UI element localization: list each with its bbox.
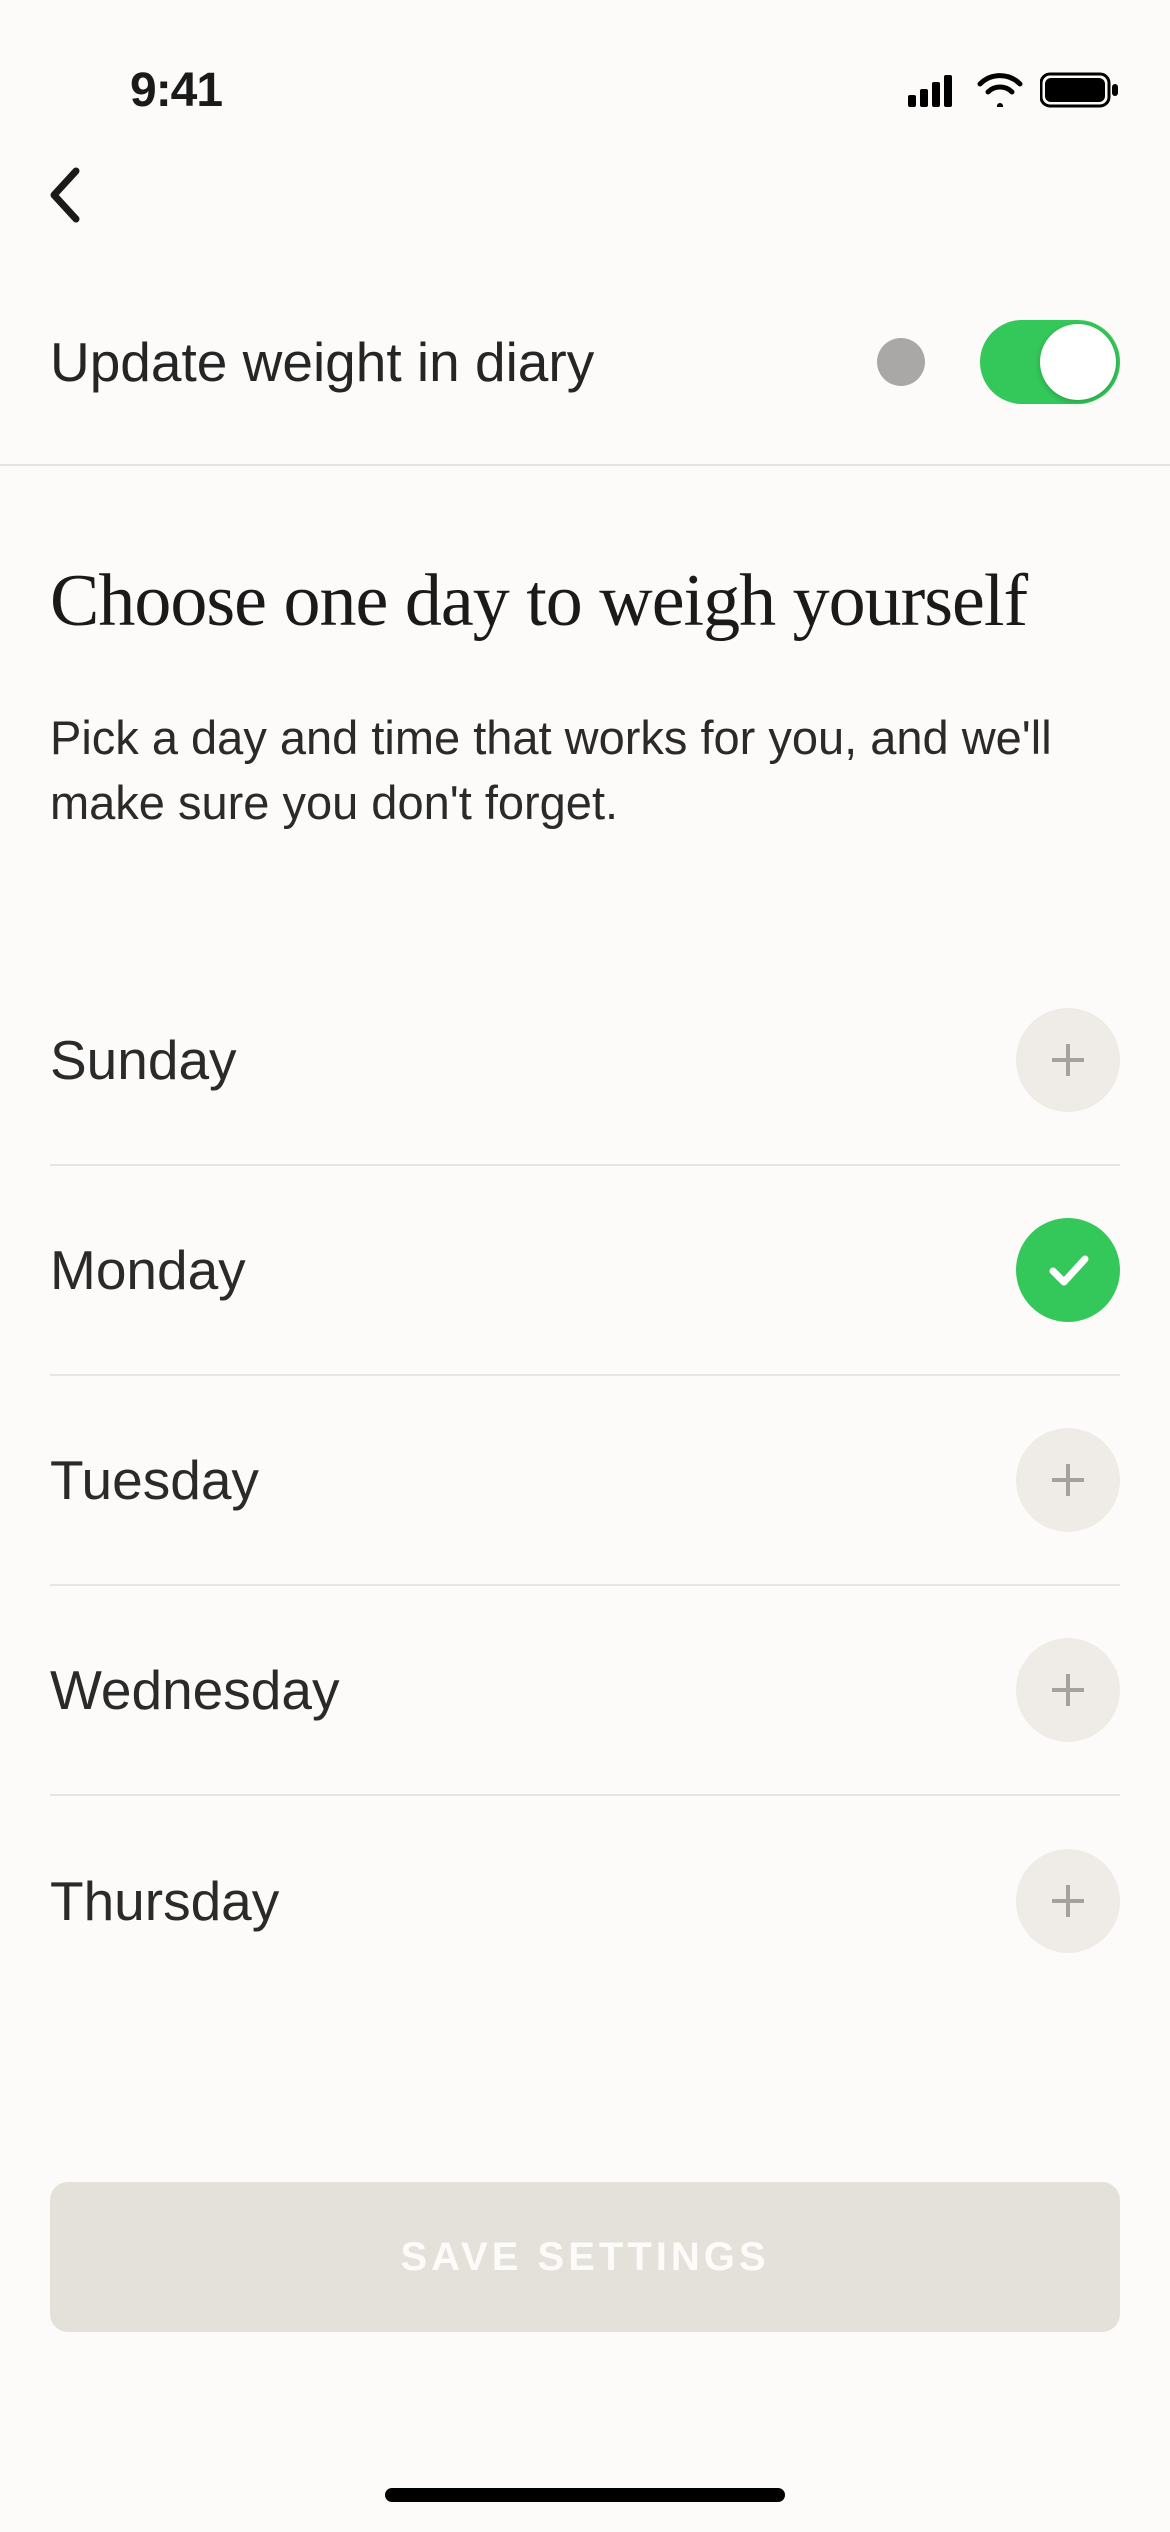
- page-title: Choose one day to weigh yourself: [50, 556, 1120, 646]
- chevron-left-icon: [46, 165, 84, 225]
- day-row-tuesday[interactable]: Tuesday: [50, 1376, 1120, 1586]
- status-time: 9:41: [130, 63, 222, 118]
- update-weight-label: Update weight in diary: [50, 330, 594, 394]
- day-label: Thursday: [50, 1869, 279, 1933]
- day-row-monday[interactable]: Monday: [50, 1166, 1120, 1376]
- toggle-knob: [1040, 324, 1116, 400]
- day-row-wednesday[interactable]: Wednesday: [50, 1586, 1120, 1796]
- add-day-button[interactable]: [1016, 1008, 1120, 1112]
- color-indicator-dot[interactable]: [877, 338, 925, 386]
- day-label: Sunday: [50, 1028, 237, 1092]
- plus-icon: [1044, 1877, 1092, 1925]
- day-label: Monday: [50, 1238, 246, 1302]
- day-row-thursday[interactable]: Thursday: [50, 1796, 1120, 2006]
- add-day-button[interactable]: [1016, 1638, 1120, 1742]
- update-weight-controls: [877, 320, 1120, 404]
- day-list: Sunday Monday Tuesday Wednesday: [0, 956, 1170, 2006]
- plus-icon: [1044, 1666, 1092, 1714]
- add-day-button[interactable]: [1016, 1428, 1120, 1532]
- cellular-icon: [908, 73, 960, 107]
- add-day-button[interactable]: [1016, 1849, 1120, 1953]
- plus-icon: [1044, 1456, 1092, 1504]
- home-indicator[interactable]: [385, 2488, 785, 2502]
- update-weight-toggle[interactable]: [980, 320, 1120, 404]
- day-label: Wednesday: [50, 1658, 339, 1722]
- battery-icon: [1040, 71, 1120, 109]
- check-icon: [1041, 1243, 1095, 1297]
- selected-day-button[interactable]: [1016, 1218, 1120, 1322]
- update-weight-row: Update weight in diary: [0, 260, 1170, 466]
- wifi-icon: [976, 73, 1024, 107]
- status-bar: 9:41: [0, 0, 1170, 130]
- page-subtitle: Pick a day and time that works for you, …: [50, 706, 1120, 836]
- back-button[interactable]: [40, 170, 90, 220]
- save-settings-button[interactable]: SAVE SETTINGS: [50, 2182, 1120, 2332]
- day-row-sunday[interactable]: Sunday: [50, 956, 1120, 1166]
- plus-icon: [1044, 1036, 1092, 1084]
- status-icons: [908, 71, 1120, 109]
- nav-bar: [0, 130, 1170, 260]
- heading-section: Choose one day to weigh yourself Pick a …: [0, 466, 1170, 836]
- save-settings-label: SAVE SETTINGS: [400, 2235, 769, 2280]
- day-label: Tuesday: [50, 1448, 259, 1512]
